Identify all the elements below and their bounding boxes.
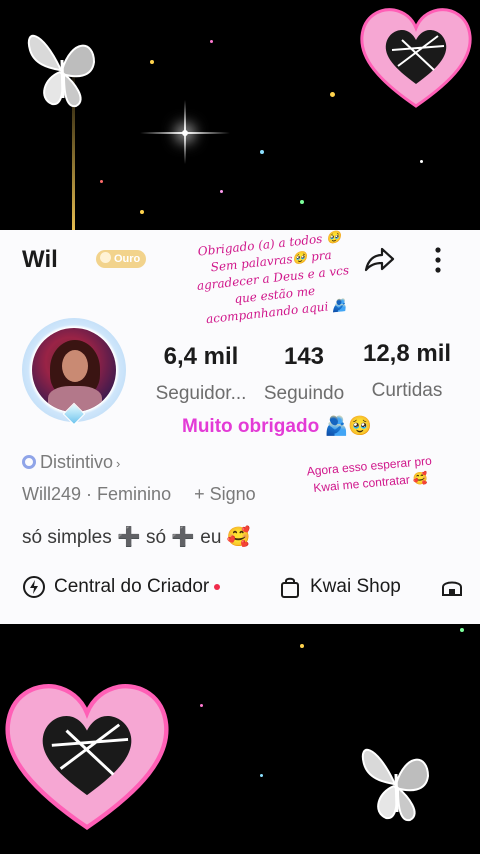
sparkle: [100, 180, 103, 183]
likes-label: Curtidas: [371, 380, 443, 401]
following-label: Seguindo: [263, 383, 345, 404]
user-info-line: Will249 · Feminino + Signo: [22, 484, 256, 505]
kwai-shop-label: Kwai Shop: [310, 576, 401, 597]
sign-button[interactable]: + Signo: [194, 484, 256, 504]
sparkle: [210, 40, 213, 43]
following-stat[interactable]: 143 Seguindo: [258, 343, 350, 405]
sparkle: [140, 210, 144, 214]
distintivo-icon: [22, 455, 36, 469]
creator-center-label: Central do Criador: [54, 576, 210, 597]
level-badge[interactable]: Ouro: [96, 250, 147, 268]
kwai-shop-button[interactable]: Kwai Shop: [278, 573, 401, 601]
thanks-text: Muito obrigado 🫂🥹: [182, 416, 372, 437]
gender: Feminino: [97, 484, 172, 504]
background-bottom: [0, 624, 480, 854]
sparkle: [460, 628, 464, 632]
chevron-right-icon: ›: [116, 456, 121, 471]
followers-stat[interactable]: 6,4 mil Seguidor...: [148, 343, 254, 405]
overlay-note-2: Agora esso esperar pro Kwai me contratar…: [306, 453, 433, 495]
badge-label: Ouro: [114, 253, 141, 265]
shopping-bag-icon: [281, 577, 299, 598]
overlay-note-text: Obrigado (a) a todos 🥹 Sem palavras🥹 pra…: [196, 229, 350, 327]
share-button[interactable]: [362, 244, 396, 276]
bio-text: só simples ➕ só ➕ eu 🥰: [22, 527, 251, 548]
profile-panel: Wil Ouro Obrigado (a) a todos 🥹 Sem pala…: [0, 230, 480, 624]
sparkle: [220, 190, 223, 193]
notification-dot: [214, 584, 221, 590]
heart-icon: [5, 684, 169, 831]
store-button[interactable]: [440, 573, 472, 601]
avatar-image: [32, 328, 116, 412]
sparkle: [330, 92, 335, 97]
more-icon: [435, 247, 441, 273]
star-flare: [182, 130, 188, 136]
heart-icon: [360, 8, 472, 108]
creator-center-icon: [23, 576, 45, 598]
badge-icon: [100, 252, 111, 263]
share-icon: [364, 247, 395, 272]
following-count: 143: [283, 343, 325, 370]
sparkle: [420, 160, 423, 163]
sparkle: [260, 150, 264, 154]
more-options-button[interactable]: [428, 244, 448, 276]
username: Will249: [22, 484, 82, 504]
sparkle: [150, 60, 154, 64]
followers-count: 6,4 mil: [163, 343, 239, 370]
profile-name: Wil: [22, 246, 58, 273]
followers-label: Seguidor...: [155, 383, 247, 404]
separator-dot: ·: [86, 484, 98, 504]
store-icon: [442, 581, 462, 596]
sparkle: [260, 774, 263, 777]
likes-stat[interactable]: 12,8 mil Curtidas: [352, 340, 462, 402]
distintivo-label: Distintivo: [40, 452, 114, 472]
creator-center-button[interactable]: Central do Criador: [22, 573, 221, 601]
distintivo-link[interactable]: Distintivo ›: [22, 452, 120, 473]
sparkle: [300, 644, 304, 648]
butterfly-icon: [361, 748, 430, 822]
sparkle: [200, 704, 203, 707]
avatar-face: [62, 350, 88, 382]
butterfly-icon: [27, 34, 96, 108]
sparkle: [300, 200, 304, 204]
likes-count: 12,8 mil: [362, 340, 452, 367]
avatar[interactable]: [22, 318, 126, 426]
background-top: [0, 0, 480, 230]
